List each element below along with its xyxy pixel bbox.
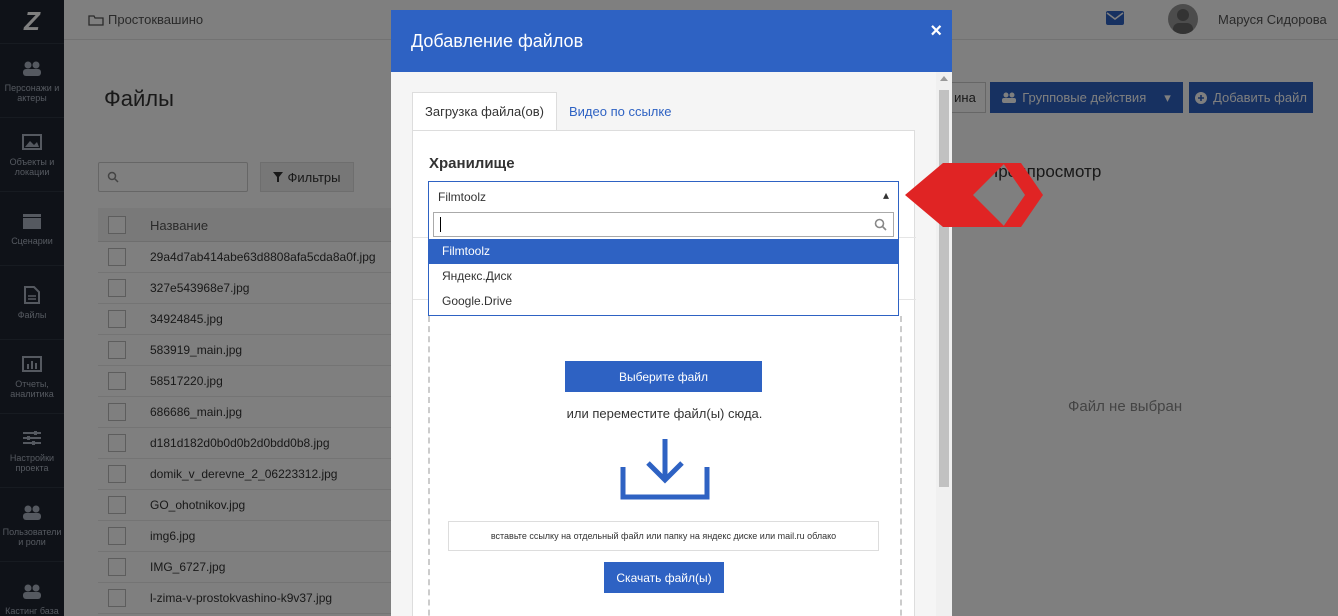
pointer-arrow-icon [905, 161, 1045, 234]
text-cursor [440, 217, 441, 232]
storage-option-yandex[interactable]: Яндекс.Диск [429, 264, 898, 289]
caret-up-icon: ▴ [882, 188, 889, 202]
tab-upload[interactable]: Загрузка файла(ов) [412, 92, 557, 130]
choose-file-button[interactable]: Выберите файл [565, 361, 762, 392]
modal-body: Загрузка файла(ов) Видео по ссылке Храни… [391, 72, 936, 616]
modal-header: Добавление файлов × [391, 10, 952, 72]
storage-select[interactable]: Filmtoolz ▴ [428, 181, 899, 211]
scrollbar-thumb[interactable] [939, 90, 949, 487]
tab-video-link[interactable]: Видео по ссылке [557, 92, 683, 130]
url-input[interactable]: вставьте ссылку на отдельный файл или па… [448, 521, 879, 551]
modal-title: Добавление файлов [411, 31, 584, 51]
storage-selected-value: Filmtoolz [438, 190, 487, 204]
app-root: Z Персонажи и актеры Объекты и локации С… [0, 0, 1338, 616]
drop-hint: или переместите файл(ы) сюда. [566, 406, 763, 421]
storage-option-filmtoolz[interactable]: Filmtoolz [429, 239, 898, 264]
storage-option-google[interactable]: Google.Drive [429, 289, 898, 314]
storage-label: Хранилище [429, 155, 515, 172]
storage-dropdown: Filmtoolz Яндекс.Диск Google.Drive [428, 210, 899, 316]
dropdown-search-input[interactable] [433, 212, 894, 237]
close-icon[interactable]: × [930, 20, 942, 43]
download-icon [620, 437, 710, 506]
scroll-up-icon[interactable] [940, 76, 948, 81]
modal-tabs: Загрузка файла(ов) Видео по ссылке [412, 92, 683, 130]
search-icon [874, 218, 887, 236]
modal-scrollbar[interactable] [936, 72, 952, 616]
download-files-button[interactable]: Скачать файл(ы) [604, 562, 724, 593]
